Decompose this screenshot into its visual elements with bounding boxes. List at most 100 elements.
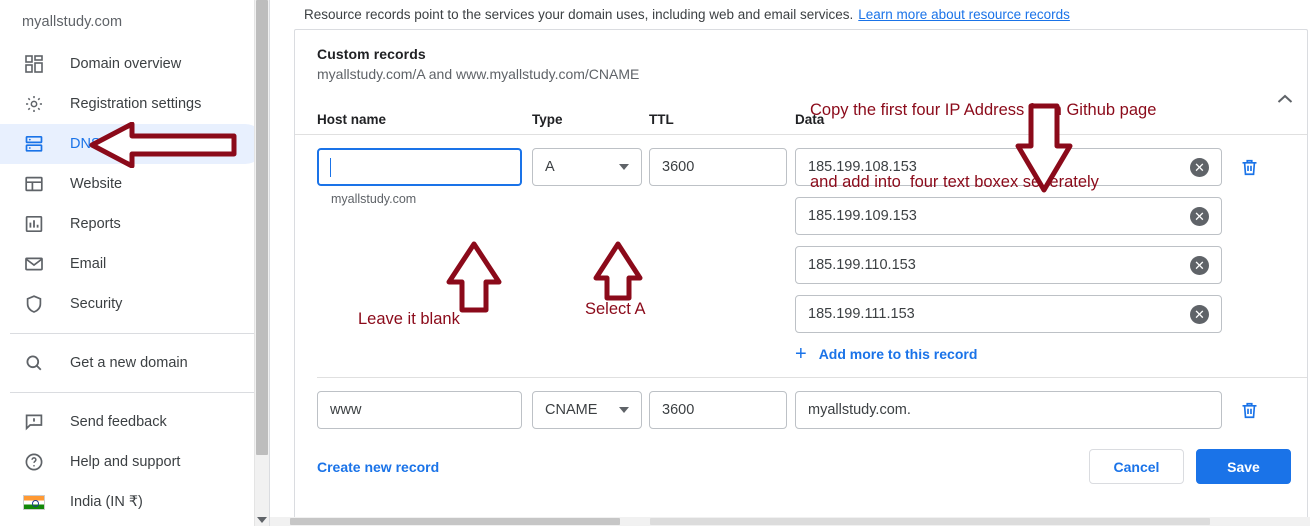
sidebar-item-label: Domain overview [70, 56, 182, 72]
cname-host-name-input[interactable]: www [317, 391, 522, 429]
info-banner: Resource records point to the services y… [282, 0, 1310, 29]
text-cursor [330, 157, 331, 177]
main-content: Resource records point to the services y… [270, 0, 1310, 526]
sidebar-item-get-a-new-domain[interactable]: Get a new domain [0, 343, 265, 383]
search-icon [22, 351, 46, 375]
dns-server-icon [22, 132, 46, 156]
website-icon [22, 172, 46, 196]
annotation-arrow-type [593, 241, 643, 301]
sidebar-item-label: India (IN ₹) [70, 494, 143, 510]
gear-icon [22, 92, 46, 116]
clear-circle-icon[interactable]: ✕ [1190, 304, 1209, 324]
horizontal-scrollbar-thumb[interactable] [290, 518, 620, 525]
annotation-arrow-down-ip [1015, 103, 1073, 193]
cname-ttl-value: 3600 [662, 402, 695, 418]
ttl-input-value: 3600 [662, 159, 695, 175]
clear-circle-icon[interactable]: ✕ [1190, 206, 1209, 226]
annotation-arrow-host [446, 241, 502, 313]
chevron-down-icon [619, 164, 629, 170]
sidebar-item-country-currency[interactable]: India (IN ₹) [0, 482, 265, 522]
sidebar-item-label: Website [70, 176, 123, 192]
sidebar-item-label: Reports [70, 216, 121, 232]
type-select-value: A [545, 159, 555, 175]
sidebar-nav: Domain overview Registration settings DN… [0, 44, 269, 522]
data-input-4[interactable]: 185.199.111.153 ✕ [795, 295, 1222, 333]
data-input-1-value: 185.199.108.153 [808, 159, 917, 175]
host-name-input[interactable] [317, 148, 522, 186]
delete-record-cname-button[interactable] [1239, 391, 1260, 429]
chart-bar-icon [22, 212, 46, 236]
sidebar-item-website[interactable]: Website [0, 164, 265, 204]
dashboard-icon [22, 52, 46, 76]
data-input-3[interactable]: 185.199.110.153 ✕ [795, 246, 1222, 284]
envelope-icon [22, 252, 46, 276]
sidebar-item-email[interactable]: Email [0, 244, 265, 284]
sidebar-item-registration-settings[interactable]: Registration settings [0, 84, 265, 124]
cname-type-select[interactable]: CNAME [532, 391, 642, 429]
data-input-1[interactable]: 185.199.108.153 ✕ [795, 148, 1222, 186]
clear-circle-icon[interactable]: ✕ [1190, 255, 1209, 275]
plus-icon: + [795, 343, 807, 365]
sidebar: myallstudy.com Domain overview Registrat… [0, 0, 270, 526]
add-more-label: Add more to this record [818, 346, 978, 362]
data-input-2[interactable]: 185.199.109.153 ✕ [795, 197, 1222, 235]
records-table-header: Host name Type TTL Data [295, 112, 1307, 135]
ttl-cell: 3600 [649, 148, 795, 364]
cname-host-name-value: www [330, 402, 362, 418]
cname-type-value: CNAME [545, 402, 598, 418]
sidebar-item-help-and-support[interactable]: Help and support [0, 442, 265, 482]
learn-more-link[interactable]: Learn more about resource records [858, 7, 1070, 22]
data-input-4-value: 185.199.111.153 [808, 306, 915, 322]
record-row-cname: www CNAME 3600 myallstudy.com. [295, 391, 1307, 429]
column-header-ttl: TTL [649, 112, 674, 127]
chevron-up-icon[interactable] [1277, 92, 1293, 107]
card-header: Custom records myallstudy.com/A and www.… [295, 30, 1307, 82]
cname-data-input[interactable]: myallstudy.com. [795, 391, 1222, 429]
data-input-3-value: 185.199.110.153 [808, 257, 916, 273]
help-circle-icon [22, 450, 46, 474]
sidebar-item-label: Send feedback [70, 414, 167, 430]
sidebar-item-send-feedback[interactable]: Send feedback [0, 402, 265, 442]
horizontal-scrollbar[interactable] [270, 517, 1310, 526]
ttl-input[interactable]: 3600 [649, 148, 787, 186]
sidebar-item-domain-overview[interactable]: Domain overview [0, 44, 265, 84]
sidebar-item-label: Email [70, 256, 107, 272]
dns-settings-page: myallstudy.com Domain overview Registrat… [0, 0, 1310, 526]
save-button[interactable]: Save [1196, 449, 1291, 484]
sidebar-divider-1 [10, 333, 259, 334]
delete-record-a-button[interactable] [1239, 148, 1260, 364]
add-more-to-record-link[interactable]: + Add more to this record [795, 344, 1222, 364]
sidebar-item-label: Help and support [70, 454, 181, 470]
create-new-record-link[interactable]: Create new record [317, 459, 439, 475]
card-footer: Create new record Cancel Save [295, 429, 1307, 484]
cname-ttl-input[interactable]: 3600 [649, 391, 787, 429]
type-cell: CNAME [532, 391, 649, 429]
info-banner-text: Resource records point to the services y… [304, 7, 854, 22]
scroll-down-arrow-icon[interactable] [257, 517, 267, 523]
host-name-helper-text: myallstudy.com [331, 192, 417, 206]
sidebar-divider-2 [10, 392, 259, 393]
column-header-type: Type [532, 112, 563, 127]
feedback-icon [22, 410, 46, 434]
card-subtitle: myallstudy.com/A and www.myallstudy.com/… [317, 66, 640, 82]
sidebar-item-label: Get a new domain [70, 355, 188, 371]
type-select[interactable]: A [532, 148, 642, 186]
ttl-cell: 3600 [649, 391, 795, 429]
horizontal-scrollbar-track-fill[interactable] [650, 518, 1210, 525]
annotation-arrow-dns [89, 122, 237, 168]
clear-circle-icon[interactable]: ✕ [1190, 157, 1209, 177]
host-name-cell: www [317, 391, 532, 429]
india-flag-icon [22, 490, 46, 514]
sidebar-scrollbar[interactable] [254, 0, 269, 526]
card-title: Custom records [317, 46, 426, 62]
sidebar-item-security[interactable]: Security [0, 284, 265, 324]
chevron-down-icon [619, 407, 629, 413]
cancel-button[interactable]: Cancel [1089, 449, 1184, 484]
sidebar-scrollbar-thumb[interactable] [256, 0, 268, 455]
record-row-divider [317, 377, 1307, 378]
sidebar-domain-title: myallstudy.com [22, 14, 123, 30]
data-input-2-value: 185.199.109.153 [808, 208, 917, 224]
sidebar-item-reports[interactable]: Reports [0, 204, 265, 244]
shield-icon [22, 292, 46, 316]
cname-data-value: myallstudy.com. [808, 402, 911, 418]
